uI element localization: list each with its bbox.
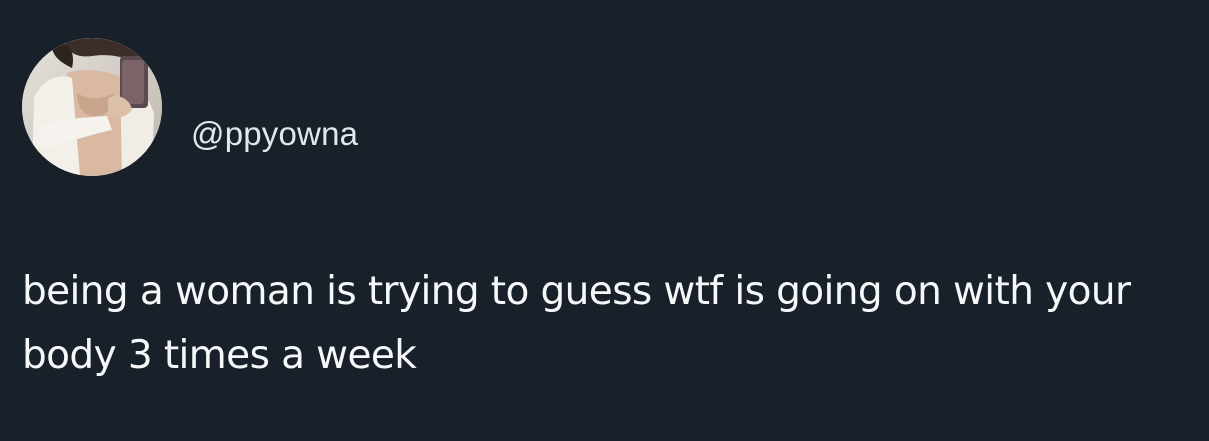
avatar[interactable]: [22, 38, 162, 176]
profile-photo-icon: [22, 38, 162, 176]
tweet-card: @ppyowna being a woman is trying to gues…: [0, 0, 1209, 441]
author-handle[interactable]: @ppyowna: [191, 114, 358, 154]
tweet-text: being a woman is trying to guess wtf is …: [22, 269, 1131, 378]
